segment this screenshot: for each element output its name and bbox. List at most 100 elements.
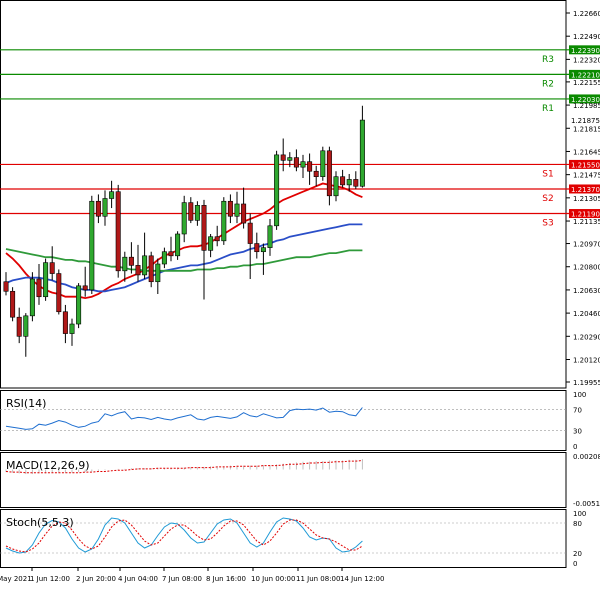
- candle-bear: [3, 281, 9, 292]
- candle-bull: [287, 157, 293, 161]
- candle-bear: [168, 251, 174, 257]
- main-panel: [0, 0, 567, 389]
- price-tick-label: 1.22155: [573, 79, 600, 87]
- candle-bull: [300, 161, 306, 168]
- price-tick-label: 1.20800: [573, 264, 600, 272]
- candle-bear: [214, 236, 220, 242]
- price-tick-label: 1.20460: [573, 310, 600, 318]
- level-name-s1: S1: [542, 169, 553, 179]
- candle-bear: [201, 205, 207, 251]
- candle-bull: [43, 262, 49, 298]
- indicator-tick-label: 0: [573, 443, 577, 451]
- candle-bull: [29, 278, 35, 317]
- time-tick-label: 14 Jun 12:00: [340, 575, 384, 583]
- time-tick-label: 8 Jun 16:00: [206, 575, 246, 583]
- time-tick-label: 10 Jun 00:00: [251, 575, 295, 583]
- candle-bear: [353, 179, 359, 187]
- indicator-panels: 100 70 30 0 RSI(14) 0.002088 -0.005172 MACD(12,…: [0, 390, 600, 568]
- time-tick-label: 7 Jun 08:00: [162, 575, 202, 583]
- candle-bull: [333, 176, 339, 197]
- indicator-tick-label: 0: [573, 560, 577, 568]
- indicator-tick-label: -0.005172: [573, 500, 600, 508]
- candle-bear: [293, 157, 299, 168]
- candle-bear: [188, 202, 194, 221]
- time-axis: 31 May 20211 Jun 12:00 2 Jun 20:004 Jun 0…: [0, 567, 384, 583]
- level-name-r2: R2: [542, 79, 554, 89]
- time-tick-label: 4 Jun 04:00: [118, 575, 158, 583]
- candle-bear: [313, 170, 319, 177]
- indicator-tick-label: 80: [573, 520, 582, 528]
- indicator-name: MACD(12,26,9): [6, 459, 90, 472]
- price-tick-label: 1.19955: [573, 379, 600, 387]
- price-tick-label: 1.22320: [573, 56, 600, 64]
- candle-bull: [267, 225, 273, 248]
- price-tick-label: 1.21475: [573, 172, 600, 180]
- price-axis: 1.22660 1.22490 1.22320 1.22155 1.21985 1.218…: [566, 10, 600, 387]
- candle-bear: [254, 243, 260, 253]
- time-tick-label: 11 Jun 08:00: [296, 575, 340, 583]
- candle-bull: [122, 256, 128, 272]
- candle-bull: [208, 236, 214, 251]
- candle-bear: [82, 285, 88, 291]
- level-price-label: 1.21550: [571, 161, 600, 169]
- candle-bull: [260, 247, 266, 253]
- price-tick-label: 1.20970: [573, 241, 600, 249]
- indicator-tick-label: 20: [573, 550, 582, 558]
- candle-bear: [148, 255, 154, 283]
- candle-bear: [280, 154, 286, 161]
- candle-bull: [175, 233, 181, 257]
- candle-bull: [161, 251, 167, 265]
- candle-bear: [56, 273, 62, 313]
- chart-root: R3 1.22390 R2 1.22210 R1 1.22030 S1 1.21550 S2 1.…: [0, 0, 600, 585]
- candle-bull: [346, 179, 352, 186]
- indicator-tick-label: 100: [573, 510, 586, 518]
- candle-bear: [340, 176, 346, 186]
- candle-bull: [320, 150, 326, 177]
- candle-bear: [326, 150, 332, 197]
- indicator-name: Stoch(5,5,3): [6, 516, 74, 529]
- candle-bull: [89, 200, 95, 291]
- candle-bull: [23, 315, 29, 337]
- level-name-r1: R1: [542, 104, 554, 114]
- candle-bear: [16, 316, 22, 337]
- price-tick-label: 1.22660: [573, 10, 600, 18]
- candle-bear: [95, 200, 101, 217]
- level-price-label: 1.21370: [571, 186, 600, 194]
- time-tick-label: 31 May 2021: [0, 575, 32, 583]
- candle-bull: [69, 323, 75, 334]
- candle-bull: [76, 285, 82, 325]
- candle-bear: [10, 290, 16, 318]
- candle-bear: [247, 222, 253, 244]
- price-tick-label: 1.20290: [573, 333, 600, 341]
- candle-bear: [227, 200, 233, 217]
- candle-bull: [155, 263, 161, 283]
- price-tick-label: 1.21985: [573, 102, 600, 110]
- candle-bear: [241, 203, 247, 224]
- price-tick-label: 1.21305: [573, 195, 600, 203]
- candle-bull: [221, 200, 227, 242]
- candle-bear: [62, 311, 68, 334]
- indicator-tick-label: 100: [573, 391, 586, 399]
- chart-canvas: R31.22390R21.22210R11.22030S11.21550S21.…: [0, 0, 600, 583]
- price-tick-label: 1.21135: [573, 218, 600, 226]
- level-name-r3: R3: [542, 55, 554, 65]
- indicator-tick-label: 70: [573, 407, 582, 415]
- price-tick-label: 1.20630: [573, 287, 600, 295]
- time-tick-label: 1 Jun 12:00: [30, 575, 70, 583]
- indicator-tick-label: 30: [573, 427, 582, 435]
- candle-bull: [142, 255, 148, 276]
- main-panel-frame: [0, 0, 567, 389]
- level-name-s3: S3: [542, 219, 553, 229]
- candle-bear: [128, 256, 134, 266]
- candle-bull: [102, 198, 108, 217]
- candle-bull: [234, 203, 240, 217]
- candle-bear: [307, 161, 313, 172]
- level-name-s2: S2: [542, 194, 553, 204]
- candle-bear: [36, 278, 42, 298]
- indicator-frame: [0, 390, 567, 451]
- candle-bull: [274, 154, 280, 227]
- candle-bull: [194, 205, 200, 221]
- level-price-label: 1.22390: [571, 47, 600, 55]
- indicator-tick-label: 0.002088: [573, 453, 600, 461]
- time-tick-label: 2 Jun 20:00: [76, 575, 116, 583]
